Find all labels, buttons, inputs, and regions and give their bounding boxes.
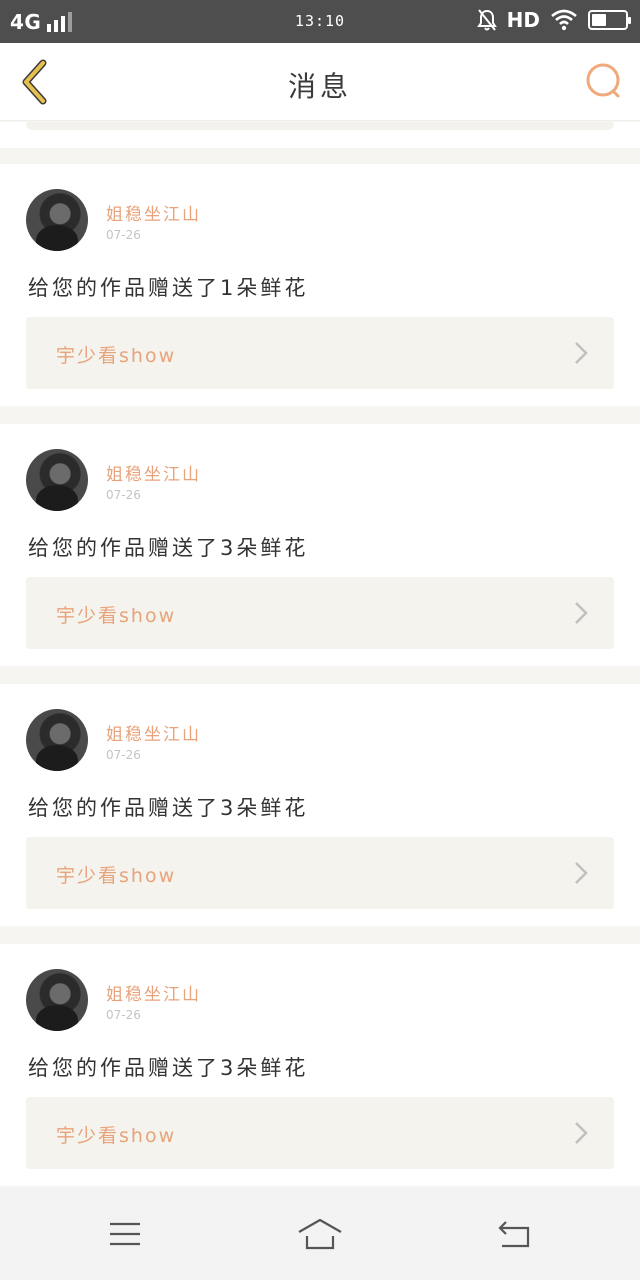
work-title: 宇少看show — [56, 1125, 177, 1147]
avatar[interactable] — [26, 189, 88, 251]
bell-muted-icon — [476, 9, 497, 31]
page-title: 消息 — [287, 70, 352, 103]
user-name[interactable]: 姐稳坐江山 — [106, 720, 201, 745]
chevron-right-icon — [575, 342, 588, 364]
work-link-card[interactable]: 宇少看show — [26, 837, 614, 909]
work-link-card[interactable]: 宇少看show — [26, 577, 614, 649]
chevron-right-icon — [575, 1122, 588, 1144]
work-title: 宇少看show — [56, 605, 177, 627]
status-bar: 4G 13:10 HD — [0, 0, 640, 43]
user-name[interactable]: 姐稳坐江山 — [106, 460, 201, 485]
home-icon[interactable] — [295, 1214, 345, 1254]
previous-message-tail — [0, 122, 640, 148]
avatar[interactable] — [26, 969, 88, 1031]
hd-indicator: HD — [506, 8, 540, 32]
user-name[interactable]: 姐稳坐江山 — [106, 200, 201, 225]
message-list[interactable]: 姐稳坐江山 07-26 给您的作品赠送了1朵鲜花 宇少看show 姐稳坐江山 0… — [0, 122, 640, 1188]
message-item: 姐稳坐江山 07-26 给您的作品赠送了3朵鲜花 宇少看show — [0, 424, 640, 666]
message-item: 姐稳坐江山 07-26 给您的作品赠送了1朵鲜花 宇少看show — [0, 164, 640, 406]
message-date: 07-26 — [106, 488, 141, 502]
message-date: 07-26 — [106, 1008, 141, 1022]
system-nav-bar — [0, 1188, 640, 1280]
avatar[interactable] — [26, 449, 88, 511]
return-icon[interactable] — [490, 1214, 540, 1254]
chevron-right-icon — [575, 602, 588, 624]
battery-icon — [588, 10, 631, 30]
chevron-right-icon — [575, 862, 588, 884]
message-text: 给您的作品赠送了3朵鲜花 — [28, 536, 309, 560]
message-item: 姐稳坐江山 07-26 给您的作品赠送了3朵鲜花 宇少看show — [0, 684, 640, 926]
message-text: 给您的作品赠送了3朵鲜花 — [28, 796, 309, 820]
message-text: 给您的作品赠送了1朵鲜花 — [28, 276, 309, 300]
menu-icon[interactable] — [100, 1214, 150, 1254]
work-link-card[interactable]: 宇少看show — [26, 1097, 614, 1169]
work-title: 宇少看show — [56, 345, 177, 367]
message-date: 07-26 — [106, 748, 141, 762]
work-title: 宇少看show — [56, 865, 177, 887]
wifi-icon — [551, 9, 577, 31]
avatar[interactable] — [26, 709, 88, 771]
nav-bar: 消息 — [0, 43, 640, 121]
status-icons: HD — [476, 8, 631, 32]
work-link-card[interactable]: 宇少看show — [26, 317, 614, 389]
message-item: 姐稳坐江山 07-26 给您的作品赠送了3朵鲜花 宇少看show — [0, 944, 640, 1186]
user-name[interactable]: 姐稳坐江山 — [106, 980, 201, 1005]
message-date: 07-26 — [106, 228, 141, 242]
search-icon[interactable] — [584, 61, 624, 101]
message-text: 给您的作品赠送了3朵鲜花 — [28, 1056, 309, 1080]
